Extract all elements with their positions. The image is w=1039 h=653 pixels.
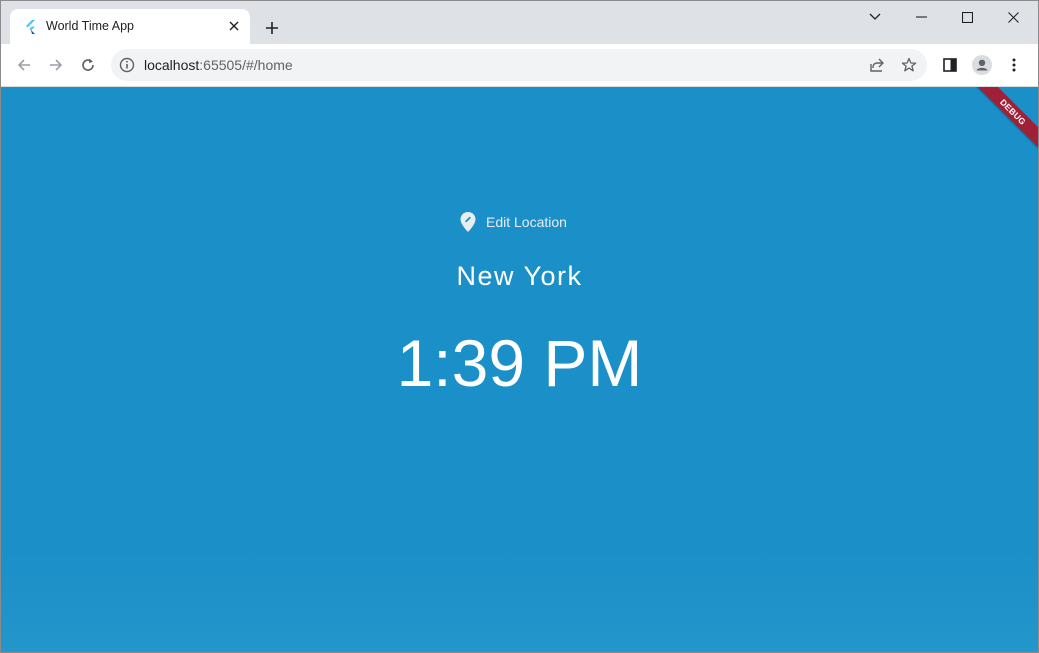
browser-window: World Time App localhost:65505/#/home DE… (0, 0, 1039, 653)
chevron-down-icon (869, 13, 881, 20)
forward-icon (50, 59, 63, 71)
tab-title: World Time App (46, 19, 135, 33)
back-button[interactable] (10, 51, 38, 79)
url-text: localhost:65505/#/home (144, 57, 293, 73)
reload-button[interactable] (74, 51, 102, 79)
browser-toolbar: localhost:65505/#/home (1, 44, 1038, 87)
debug-banner-text: DEBUG (998, 97, 1028, 127)
share-button[interactable] (867, 55, 887, 75)
new-tab-button[interactable] (259, 15, 285, 41)
minimize-button[interactable] (898, 3, 944, 31)
tab-world-time-app[interactable]: World Time App (10, 9, 250, 44)
sidepanel-icon (943, 58, 957, 72)
tab-strip: World Time App (1, 1, 1038, 44)
reload-icon (82, 58, 94, 71)
plus-icon (266, 22, 278, 34)
close-icon (1007, 11, 1019, 23)
share-icon (870, 58, 884, 72)
back-icon (17, 59, 30, 71)
edit-location-button[interactable]: Edit Location (459, 209, 567, 235)
app-viewport: DEBUG Edit Location New York 1:39 PM (1, 87, 1038, 652)
address-bar[interactable]: localhost:65505/#/home (111, 49, 927, 81)
flutter-icon (26, 20, 35, 34)
info-icon[interactable] (119, 57, 135, 73)
url-path: :65505/#/home (199, 57, 293, 73)
tab-close-icon[interactable] (226, 18, 242, 34)
close-window-button[interactable] (990, 3, 1036, 31)
browser-menu-button[interactable] (1000, 51, 1028, 79)
tab-search-button[interactable] (852, 3, 898, 31)
profile-button[interactable] (968, 51, 996, 79)
maximize-button[interactable] (944, 3, 990, 31)
edit-location-label: Edit Location (486, 214, 567, 230)
current-time: 1:39 PM (396, 326, 643, 400)
maximize-icon (961, 11, 973, 23)
debug-banner: DEBUG (969, 87, 1038, 156)
side-panel-button[interactable] (936, 51, 964, 79)
forward-button[interactable] (42, 51, 70, 79)
location-name: New York (456, 261, 583, 291)
edit-location-icon (460, 212, 476, 232)
menu-icon (1012, 58, 1016, 72)
minimize-icon (915, 16, 927, 18)
bookmark-button[interactable] (899, 55, 919, 75)
profile-icon (972, 55, 992, 75)
star-icon (901, 57, 917, 72)
url-host: localhost (144, 57, 200, 73)
